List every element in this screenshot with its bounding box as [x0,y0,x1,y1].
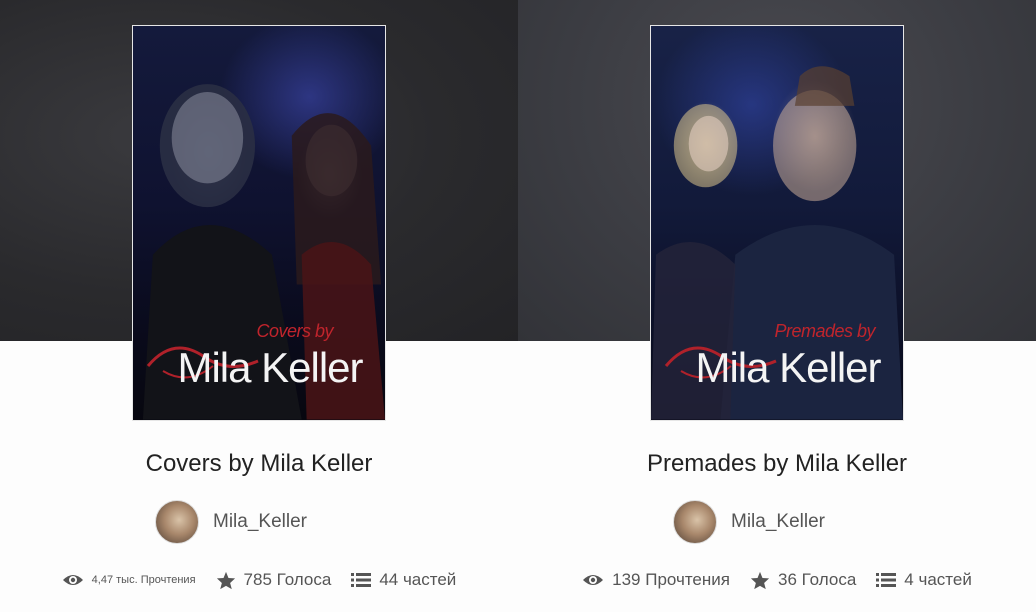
cover-title: Mila Keller [695,344,881,391]
story-title[interactable]: Covers by Mila Keller [0,450,518,478]
reads-count: 4,47 тыс. Прочтения [91,574,196,586]
parts-count: 44 частей [379,570,457,589]
author-row[interactable]: Mila_Keller [518,500,1036,544]
story-cover[interactable]: Premades by Mila Keller [650,25,904,421]
cover-subtitle: Premades by [774,321,875,341]
reads-stat: 4,47 тыс. Прочтения [62,572,196,588]
list-icon [351,573,372,587]
parts-stat: 4 частей [876,570,972,590]
parts-count: 4 частей [904,570,972,589]
author-name[interactable]: Mila_Keller [731,511,825,533]
eye-icon [583,575,604,585]
parts-stat: 44 частей [351,570,456,590]
reads-count: 139 Прочтения [612,570,730,589]
reads-stat: 139 Прочтения [582,570,730,590]
story-card[interactable]: Covers by Mila Keller Covers by Mila Kel… [0,0,518,612]
story-title[interactable]: Premades by Mila Keller [518,450,1036,478]
story-grid: Covers by Mila Keller Covers by Mila Kel… [0,0,1036,612]
cover-subtitle: Covers by [256,321,333,341]
votes-stat: 785 Голоса [216,570,332,590]
author-row[interactable]: Mila_Keller [0,500,518,544]
author-name[interactable]: Mila_Keller [213,511,307,533]
votes-count: 36 Голоса [777,570,857,589]
story-card[interactable]: Premades by Mila Keller Premades by Mila… [518,0,1036,612]
eye-icon [62,575,83,585]
avatar[interactable] [673,500,717,544]
list-icon [876,573,897,587]
votes-count: 785 Голоса [243,570,332,589]
story-stats: 139 Прочтения 36 Голоса 4 частей [518,570,1036,590]
votes-stat: 36 Голоса [750,570,856,590]
cover-title: Mila Keller [177,344,363,391]
star-icon [750,571,770,589]
star-icon [216,571,235,589]
story-cover[interactable]: Covers by Mila Keller [132,25,386,421]
story-stats: 4,47 тыс. Прочтения 785 Голоса 44 частей [0,570,518,590]
avatar[interactable] [155,500,199,544]
